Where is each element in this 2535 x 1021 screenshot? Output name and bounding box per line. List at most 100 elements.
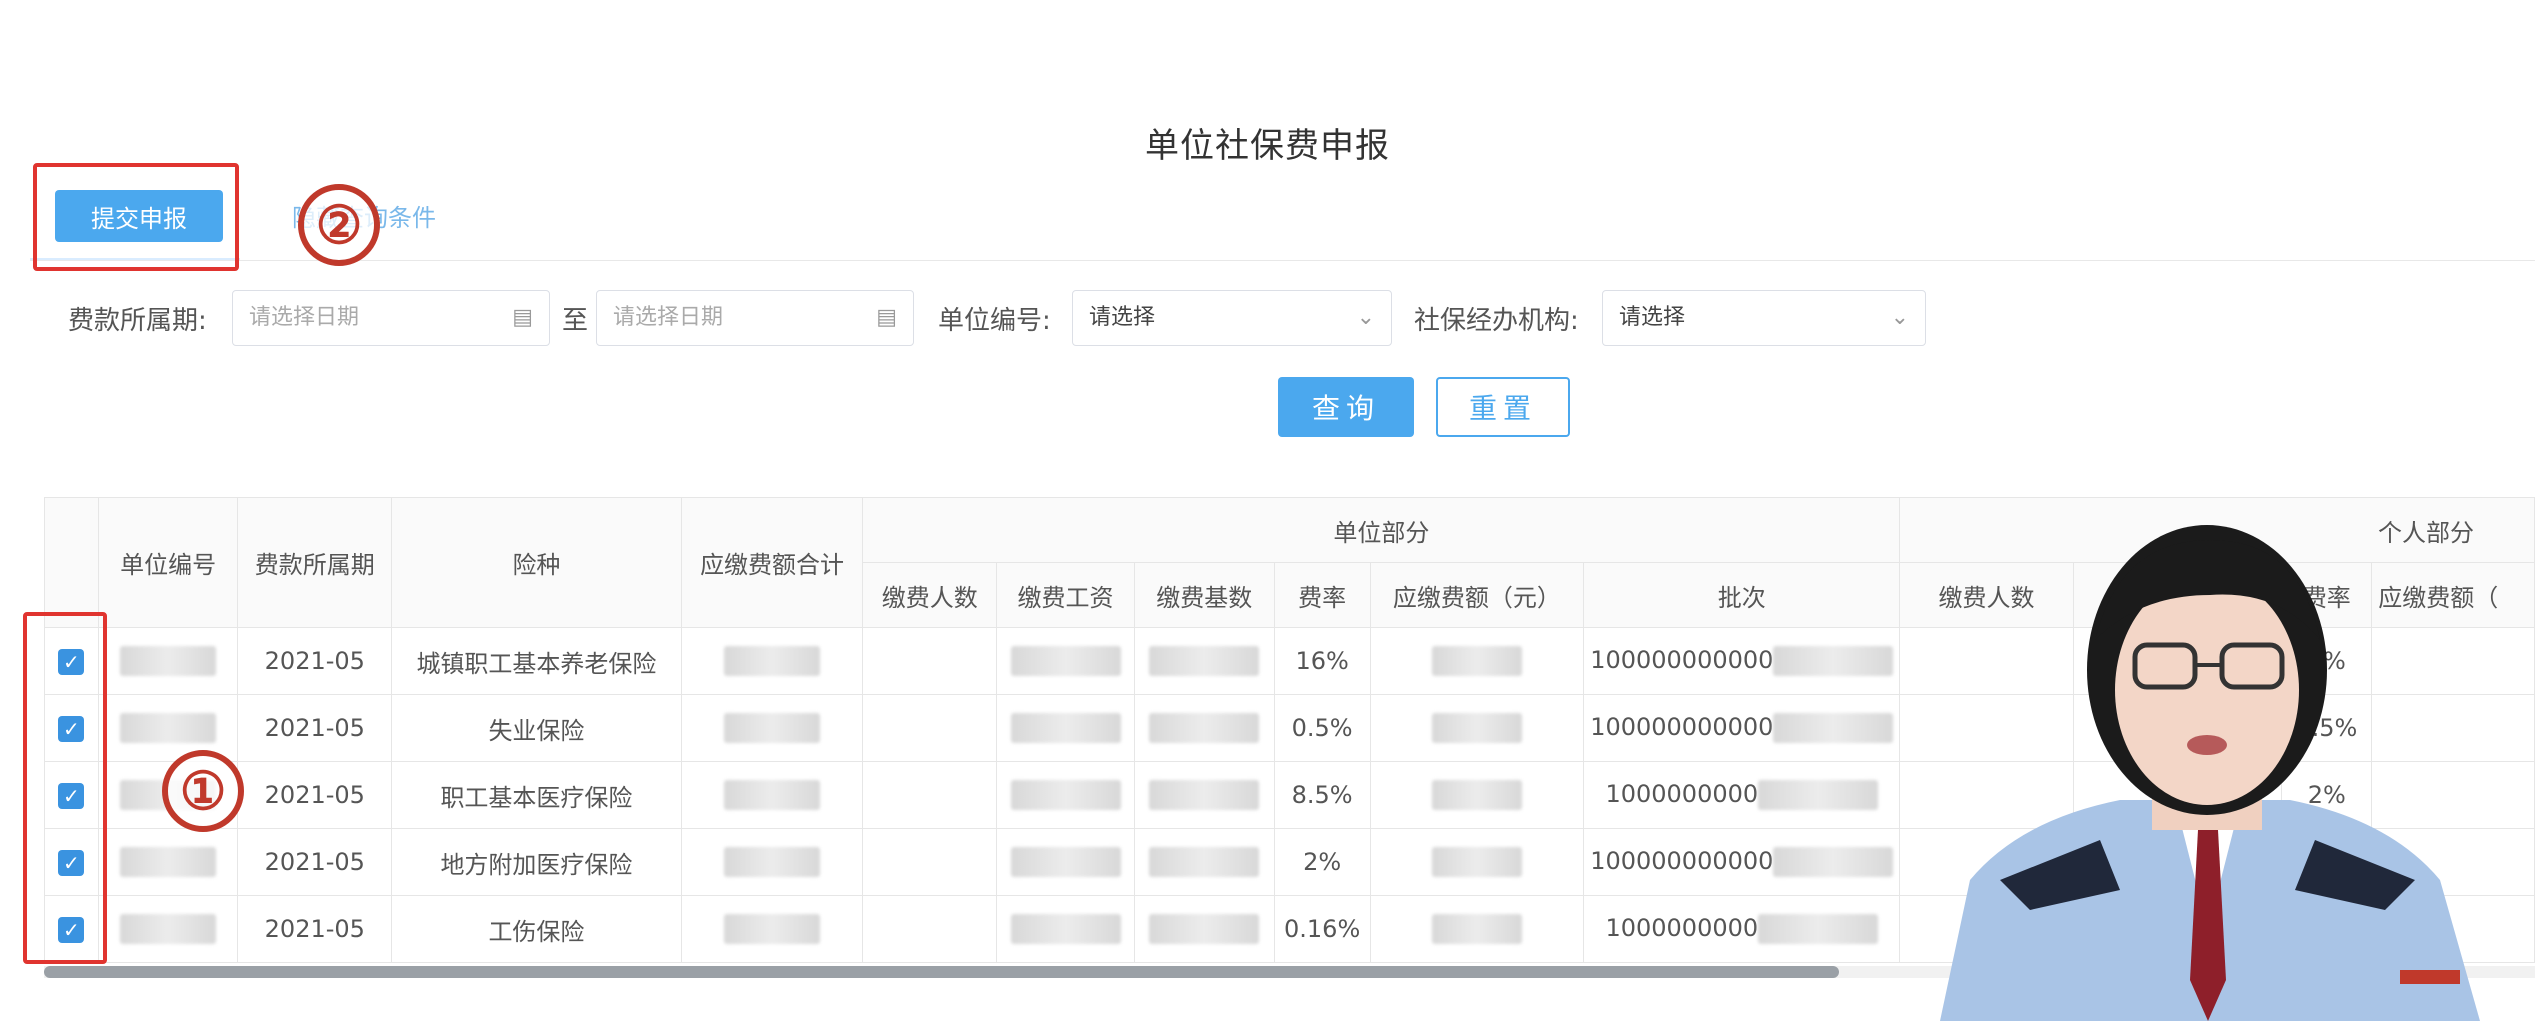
agency-select[interactable]: 请选择 ⌄ bbox=[1602, 290, 1926, 346]
unit-code-cell bbox=[97, 828, 239, 896]
unit-base-cell bbox=[1133, 627, 1275, 695]
batch-cell: 1000000000 bbox=[1583, 761, 1901, 829]
masked-value bbox=[1010, 646, 1121, 676]
masked-value bbox=[120, 914, 217, 944]
col-insurance-type: 险种 bbox=[391, 497, 682, 628]
col-unit-wage: 缴费工资 bbox=[996, 562, 1135, 628]
unit-code-value: 请选择 bbox=[1089, 305, 1156, 330]
masked-value bbox=[1431, 780, 1522, 810]
period-cell: 2021-05 bbox=[237, 627, 393, 695]
masked-value bbox=[1010, 847, 1121, 877]
calendar-icon: ▤ bbox=[876, 305, 897, 330]
unit-payers-cell bbox=[862, 895, 998, 963]
masked-value bbox=[724, 713, 821, 743]
masked-value bbox=[120, 847, 217, 877]
batch-value: 100000000000 bbox=[1590, 847, 1774, 875]
insurance-type-cell: 城镇职工基本养老保险 bbox=[391, 627, 682, 695]
masked-value bbox=[1149, 646, 1260, 676]
annotation-marker-2: ② bbox=[298, 184, 380, 266]
unit-code-cell bbox=[97, 627, 239, 695]
period-start-input[interactable]: 请选择日期 ▤ bbox=[232, 290, 550, 346]
masked-value bbox=[1149, 780, 1260, 810]
to-label: 至 bbox=[562, 306, 589, 336]
horizontal-scrollbar-thumb[interactable] bbox=[44, 966, 1839, 978]
query-button[interactable]: 查询 bbox=[1278, 377, 1414, 437]
batch-cell: 100000000000 bbox=[1583, 627, 1901, 695]
col-unit-code: 单位编号 bbox=[97, 497, 239, 628]
unit-wage-cell bbox=[996, 694, 1135, 762]
unit-amount-cell bbox=[1369, 627, 1585, 695]
period-end-input[interactable]: 请选择日期 ▤ bbox=[596, 290, 914, 346]
masked-value bbox=[120, 713, 217, 743]
unit-payers-cell bbox=[862, 761, 998, 829]
unit-code-select[interactable]: 请选择 ⌄ bbox=[1072, 290, 1392, 346]
period-cell: 2021-05 bbox=[237, 828, 393, 896]
unit-payers-cell bbox=[862, 828, 998, 896]
submit-highlight-box bbox=[33, 163, 239, 271]
chevron-down-icon: ⌄ bbox=[1356, 305, 1375, 330]
unit-code-cell bbox=[97, 694, 239, 762]
unit-rate-cell: 16% bbox=[1273, 627, 1371, 695]
unit-rate-cell: 0.5% bbox=[1273, 694, 1371, 762]
presenter-video-overlay bbox=[1880, 500, 2535, 1021]
unit-code-label: 单位编号: bbox=[938, 306, 1051, 336]
unit-amount-cell bbox=[1369, 895, 1585, 963]
insurance-type-cell: 职工基本医疗保险 bbox=[391, 761, 682, 829]
unit-amount-cell bbox=[1369, 828, 1585, 896]
unit-wage-cell bbox=[996, 627, 1135, 695]
masked-value bbox=[1773, 847, 1894, 877]
total-due-cell bbox=[680, 627, 864, 695]
masked-value bbox=[1149, 847, 1260, 877]
col-period: 费款所属期 bbox=[237, 497, 393, 628]
unit-amount-cell bbox=[1369, 761, 1585, 829]
masked-value bbox=[1149, 713, 1260, 743]
unit-amount-cell bbox=[1369, 694, 1585, 762]
batch-cell: 1000000000 bbox=[1583, 895, 1901, 963]
period-cell: 2021-05 bbox=[237, 694, 393, 762]
batch-cell: 100000000000 bbox=[1583, 828, 1901, 896]
unit-wage-cell bbox=[996, 828, 1135, 896]
batch-value: 1000000000 bbox=[1605, 914, 1759, 942]
select-column-header bbox=[44, 497, 99, 628]
col-unit-amount: 应缴费额（元） bbox=[1369, 562, 1585, 628]
masked-value bbox=[1773, 646, 1894, 676]
col-total-due: 应缴费额合计 bbox=[680, 497, 864, 628]
insurance-type-cell: 失业保险 bbox=[391, 694, 682, 762]
unit-base-cell bbox=[1133, 895, 1275, 963]
total-due-cell bbox=[680, 895, 864, 963]
reset-button[interactable]: 重置 bbox=[1436, 377, 1570, 437]
unit-rate-cell: 0.16% bbox=[1273, 895, 1371, 963]
col-unit-base: 缴费基数 bbox=[1133, 562, 1275, 628]
unit-rate-cell: 8.5% bbox=[1273, 761, 1371, 829]
masked-value bbox=[724, 780, 821, 810]
calendar-icon: ▤ bbox=[512, 305, 533, 330]
masked-value bbox=[724, 847, 821, 877]
unit-base-cell bbox=[1133, 761, 1275, 829]
total-due-cell bbox=[680, 761, 864, 829]
masked-value bbox=[1431, 713, 1522, 743]
agency-label: 社保经办机构: bbox=[1414, 306, 1579, 336]
chevron-down-icon: ⌄ bbox=[1890, 305, 1909, 330]
masked-value bbox=[1773, 713, 1894, 743]
presenter-illustration bbox=[1940, 525, 2480, 1021]
unit-wage-cell bbox=[996, 761, 1135, 829]
col-group-unit-part: 单位部分 bbox=[862, 497, 1901, 563]
masked-value bbox=[1758, 914, 1879, 944]
annotation-marker-1: ① bbox=[162, 750, 244, 832]
masked-value bbox=[724, 646, 821, 676]
total-due-cell bbox=[680, 694, 864, 762]
masked-value bbox=[1431, 847, 1522, 877]
batch-value: 100000000000 bbox=[1590, 713, 1774, 741]
insurance-type-cell: 地方附加医疗保险 bbox=[391, 828, 682, 896]
masked-value bbox=[1010, 914, 1121, 944]
unit-code-cell bbox=[97, 895, 239, 963]
tab-divider bbox=[30, 260, 2535, 261]
unit-base-cell bbox=[1133, 828, 1275, 896]
masked-value bbox=[1149, 914, 1260, 944]
unit-payers-cell bbox=[862, 694, 998, 762]
masked-value bbox=[724, 914, 821, 944]
checkbox-highlight-box bbox=[23, 612, 107, 964]
period-label: 费款所属期: bbox=[68, 306, 207, 336]
masked-value bbox=[120, 646, 217, 676]
col-unit-rate: 费率 bbox=[1273, 562, 1371, 628]
